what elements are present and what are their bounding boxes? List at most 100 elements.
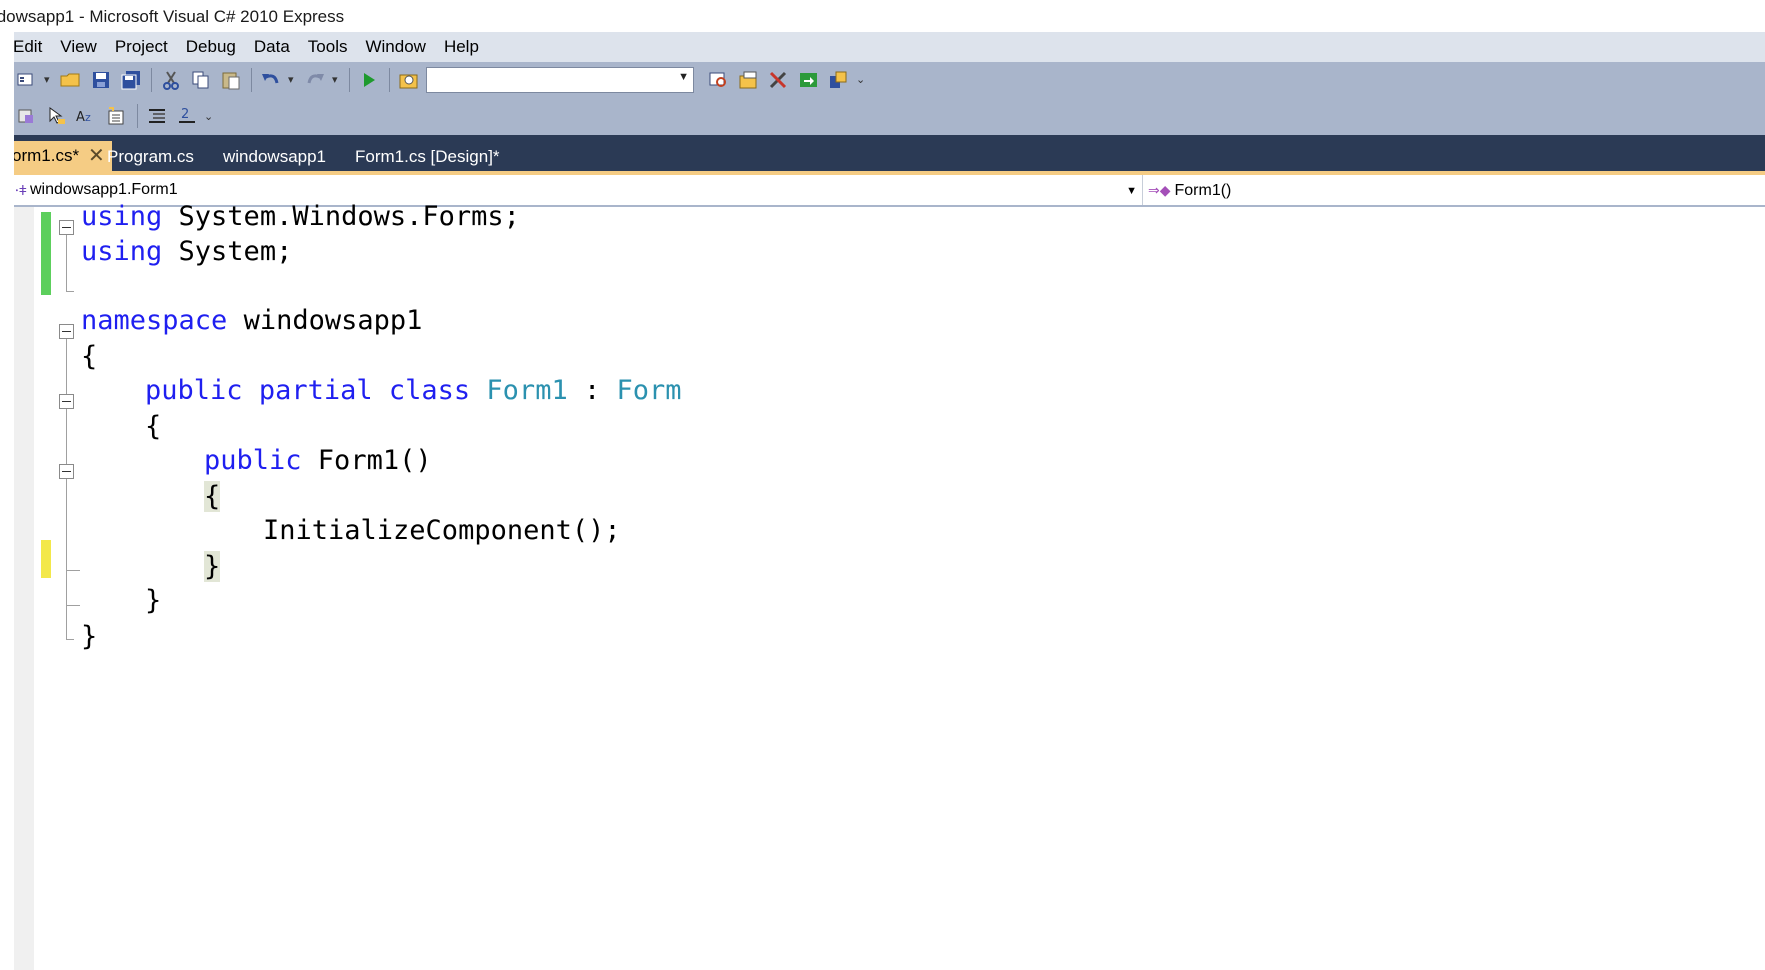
collapse-icon[interactable] bbox=[59, 220, 74, 235]
properties-icon[interactable] bbox=[766, 67, 792, 93]
outline-end bbox=[66, 605, 80, 606]
menu-tools[interactable]: Tools bbox=[308, 37, 358, 57]
toolbar-options-icon[interactable]: ⌄ bbox=[856, 73, 865, 86]
paste-icon[interactable] bbox=[218, 67, 244, 93]
outline-end bbox=[66, 570, 80, 571]
menu-view[interactable]: View bbox=[60, 37, 107, 57]
tab-label: orm1.cs* bbox=[14, 146, 80, 165]
tab-program-cs[interactable]: Program.cs bbox=[107, 143, 194, 171]
toolbar-separator bbox=[137, 104, 138, 128]
menu-debug[interactable]: Debug bbox=[186, 37, 246, 57]
code-text: InitializeComponent(); bbox=[263, 515, 621, 546]
toolbar-options-icon[interactable]: ⌄ bbox=[204, 110, 213, 123]
standard-toolbar: ▾ ▾ ▾ ▼ ⌄ bbox=[14, 62, 1765, 97]
solution-config-icon[interactable] bbox=[396, 67, 422, 93]
open-file-icon[interactable] bbox=[58, 67, 84, 93]
code-text: { bbox=[204, 481, 221, 512]
code-line: } bbox=[204, 549, 221, 585]
solution-explorer-icon[interactable] bbox=[736, 67, 762, 93]
tab-form1-design[interactable]: Form1.cs [Design]* bbox=[355, 143, 500, 171]
code-text: System; bbox=[162, 236, 293, 267]
keyword: namespace bbox=[81, 305, 228, 336]
tab-windowsapp1[interactable]: windowsapp1 bbox=[223, 143, 326, 171]
type-name: Form1 bbox=[486, 375, 568, 406]
title-bar: ıdowsapp1 - Microsoft Visual C# 2010 Exp… bbox=[0, 0, 1765, 32]
chevron-down-icon[interactable]: ▾ bbox=[332, 73, 340, 86]
chevron-down-icon[interactable]: ▾ bbox=[44, 73, 52, 86]
solution-configuration-combo[interactable]: ▼ bbox=[426, 66, 694, 93]
code-line: } bbox=[145, 583, 161, 619]
code-line: { bbox=[81, 339, 97, 375]
outline-end bbox=[66, 639, 74, 640]
outline-line bbox=[66, 339, 67, 639]
save-all-icon[interactable] bbox=[118, 67, 144, 93]
word-completion-icon[interactable] bbox=[104, 103, 130, 129]
code-text: windowsapp1 bbox=[227, 305, 423, 336]
code-editor[interactable]: using System.Windows.Forms; using System… bbox=[14, 201, 1765, 970]
code-line: public partial class Form1 : Form bbox=[145, 373, 682, 409]
chevron-down-icon[interactable]: ▼ bbox=[1126, 176, 1137, 206]
code-line: { bbox=[145, 409, 161, 445]
menu-bar: Edit View Project Debug Data Tools Windo… bbox=[13, 32, 1765, 62]
code-text: : bbox=[567, 375, 617, 406]
keyword: class bbox=[388, 375, 471, 406]
code-line: } bbox=[81, 619, 97, 655]
menu-help[interactable]: Help bbox=[444, 37, 489, 57]
code-line: using System; bbox=[81, 234, 292, 270]
save-icon[interactable] bbox=[88, 67, 114, 93]
toolbar-separator bbox=[251, 67, 252, 92]
outline-line bbox=[66, 235, 67, 291]
toolbox-icon[interactable] bbox=[796, 67, 822, 93]
redo-icon[interactable] bbox=[302, 67, 328, 93]
menu-data[interactable]: Data bbox=[254, 37, 300, 57]
class-icon: ⸱ǂ bbox=[15, 182, 27, 198]
quick-info-icon[interactable]: Az bbox=[74, 103, 100, 129]
code-text: { bbox=[145, 411, 162, 442]
code-text: } bbox=[204, 551, 221, 582]
method-icon: ⇒◆ bbox=[1148, 182, 1171, 198]
display-member-list-icon[interactable] bbox=[14, 103, 40, 129]
chevron-down-icon[interactable]: ▾ bbox=[288, 73, 296, 86]
menu-project[interactable]: Project bbox=[115, 37, 178, 57]
outline-end bbox=[66, 291, 74, 292]
tab-form1-cs[interactable]: orm1.cs* ✕ bbox=[14, 141, 112, 171]
svg-text:z: z bbox=[85, 111, 91, 124]
saved-change-marker bbox=[41, 212, 51, 295]
find-in-files-icon[interactable] bbox=[706, 67, 732, 93]
collapse-icon[interactable] bbox=[59, 464, 74, 479]
undo-icon[interactable] bbox=[258, 67, 284, 93]
menu-edit[interactable]: Edit bbox=[13, 37, 52, 57]
chevron-down-icon[interactable]: ▼ bbox=[678, 71, 689, 83]
comment-lines-icon[interactable] bbox=[144, 103, 170, 129]
code-text: System.Windows.Forms; bbox=[162, 201, 520, 232]
code-line: InitializeComponent(); bbox=[263, 513, 621, 549]
toolbar-separator bbox=[349, 67, 350, 92]
code-line: namespace windowsapp1 bbox=[81, 303, 422, 339]
code-text: { bbox=[81, 341, 98, 372]
toolbar-separator bbox=[151, 67, 152, 92]
document-tabs: orm1.cs* ✕ Program.cs windowsapp1 Form1.… bbox=[14, 135, 1765, 175]
close-icon[interactable]: ✕ bbox=[88, 141, 105, 171]
unsaved-change-marker bbox=[41, 540, 51, 578]
parameter-info-icon[interactable] bbox=[44, 103, 70, 129]
keyword: public bbox=[145, 375, 243, 406]
extension-manager-icon[interactable] bbox=[826, 67, 852, 93]
collapse-icon[interactable] bbox=[59, 324, 74, 339]
uncomment-lines-icon[interactable]: 2 bbox=[174, 103, 200, 129]
svg-text:A: A bbox=[76, 110, 85, 125]
collapse-icon[interactable] bbox=[59, 394, 74, 409]
copy-icon[interactable] bbox=[188, 67, 214, 93]
new-project-icon[interactable] bbox=[14, 67, 40, 93]
members-value: Form1() bbox=[1174, 182, 1232, 199]
cut-icon[interactable] bbox=[158, 67, 184, 93]
keyword: public bbox=[204, 445, 302, 476]
members-dropdown[interactable]: ⇒◆ Form1() bbox=[1148, 175, 1231, 205]
start-debugging-icon[interactable] bbox=[356, 67, 382, 93]
code-text: } bbox=[145, 585, 162, 616]
window-title: ıdowsapp1 - Microsoft Visual C# 2010 Exp… bbox=[0, 7, 345, 26]
keyword: using bbox=[81, 201, 163, 232]
menu-window[interactable]: Window bbox=[365, 37, 435, 57]
code-line: public Form1() bbox=[204, 443, 432, 479]
code-text: Form1() bbox=[301, 445, 432, 476]
toolbar-separator bbox=[389, 67, 390, 92]
